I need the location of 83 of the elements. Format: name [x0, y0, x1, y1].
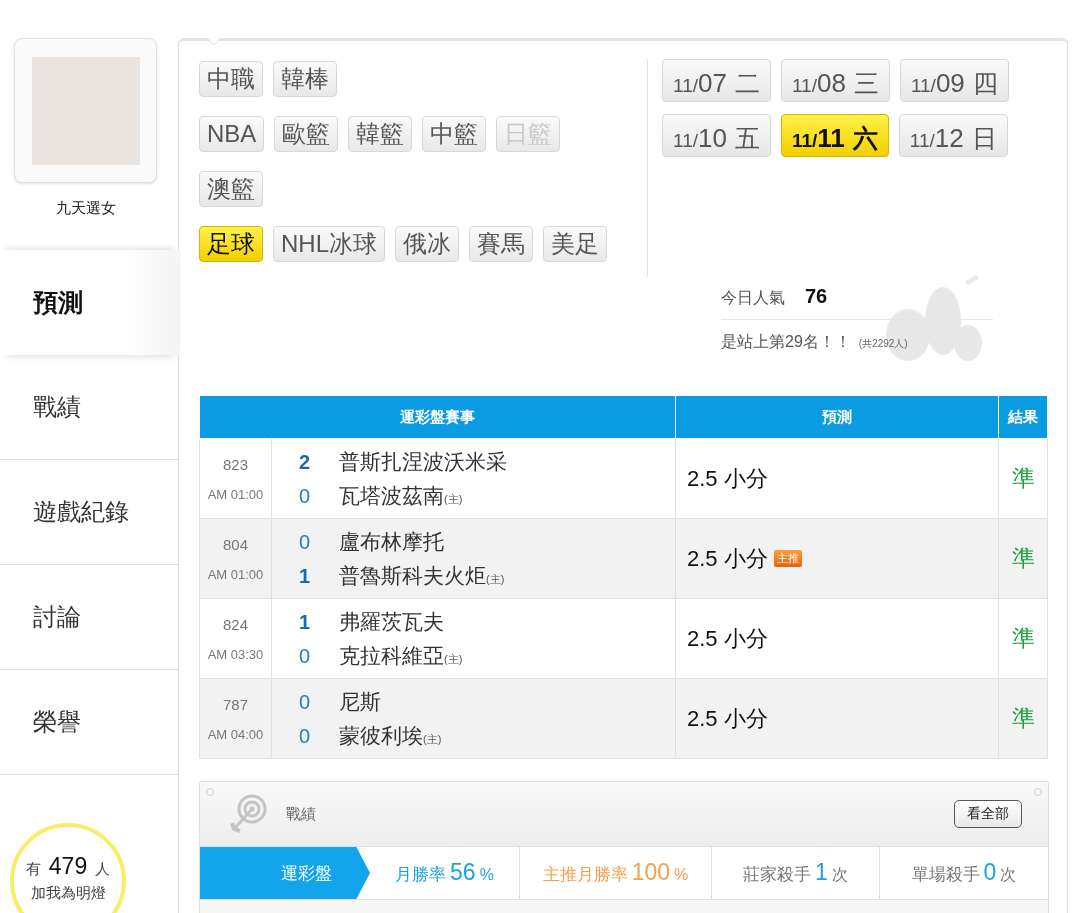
- stat-unit: 次: [1000, 865, 1017, 885]
- fans-prefix: 有: [25, 860, 41, 879]
- game-time: AM 01:00: [207, 566, 264, 582]
- stat-value: 100: [631, 859, 671, 886]
- home-tag: (主): [444, 491, 463, 507]
- column-header: 結果: [998, 395, 1048, 439]
- popularity-label: 今日人氣: [721, 288, 785, 308]
- fans-suffix: 人: [95, 860, 111, 879]
- stat-label: 單場殺手: [911, 864, 980, 886]
- team-score: 0: [299, 724, 312, 748]
- team-name: 弗羅茨瓦夫: [339, 608, 444, 635]
- team-name: 蒙彼利埃: [339, 722, 423, 749]
- rank-text: 是站上第29名！！: [721, 332, 851, 352]
- nav-item[interactable]: 預測: [0, 250, 180, 355]
- fans-caption: 加我為明燈: [30, 884, 106, 903]
- team-name: 克拉科維亞: [339, 642, 444, 669]
- category-button[interactable]: NBA: [199, 116, 265, 152]
- pick-badge: 主推: [773, 550, 802, 567]
- result-cell: 準: [998, 438, 1048, 519]
- category-button[interactable]: 韓籃: [348, 116, 413, 152]
- date-button[interactable]: 11/12 日: [898, 114, 1008, 157]
- home-tag: (主): [444, 651, 463, 667]
- stat-value: 1: [815, 859, 828, 886]
- home-tag: (主): [423, 731, 442, 747]
- team-score: 0: [299, 644, 312, 668]
- view-all-button[interactable]: 看全部: [954, 800, 1022, 828]
- game-time: AM 03:30: [207, 646, 264, 662]
- column-header: 運彩盤賽事: [199, 395, 676, 439]
- team-name: 尼斯: [339, 688, 381, 715]
- profile-name: 九天選女: [55, 199, 117, 218]
- team-name: 普斯扎涅波沃米采: [339, 448, 507, 475]
- game-number: 823: [223, 455, 248, 473]
- team-score: 0: [299, 690, 312, 714]
- record-title: 戰績: [286, 804, 317, 824]
- team-name: 瓦塔波茲南: [339, 482, 444, 509]
- total-text: (共2292人): [858, 337, 908, 351]
- stat-label: 月勝率: [395, 864, 447, 886]
- game-number: 824: [223, 615, 248, 633]
- category-button[interactable]: NHL冰球: [273, 226, 385, 262]
- team-score: 1: [299, 610, 312, 634]
- team-name: 普魯斯科夫火炬: [339, 562, 486, 589]
- stat-unit: 次: [831, 865, 848, 885]
- result-cell: 準: [998, 518, 1048, 599]
- game-number: 787: [223, 695, 248, 713]
- game-time: AM 01:00: [207, 486, 264, 502]
- stat-unit: %: [479, 866, 494, 884]
- category-button[interactable]: 中職: [199, 61, 263, 97]
- team-score: 2: [299, 450, 312, 474]
- team-name: 盧布林摩托: [339, 528, 444, 555]
- result-cell: 準: [998, 678, 1048, 759]
- home-tag: (主): [486, 571, 505, 587]
- date-button[interactable]: 11/11 六: [780, 114, 889, 157]
- stat-value: 56: [450, 859, 476, 886]
- date-button[interactable]: 11/10 五: [662, 114, 771, 157]
- category-button[interactable]: 俄冰: [395, 226, 459, 262]
- game-number: 804: [223, 535, 248, 553]
- category-button[interactable]: 賽馬: [469, 226, 533, 262]
- prediction-text: 2.5 小分: [687, 624, 768, 653]
- category-button[interactable]: 韓棒: [273, 61, 337, 97]
- date-button[interactable]: 11/09 四: [899, 59, 1009, 102]
- date-button[interactable]: 11/08 三: [780, 59, 890, 102]
- team-score: 0: [299, 484, 312, 508]
- team-score: 0: [299, 530, 312, 554]
- stat-value: 0: [983, 859, 997, 886]
- prediction-text: 2.5 小分: [687, 544, 768, 573]
- category-button[interactable]: 歐籃: [274, 116, 339, 152]
- target-icon: [228, 793, 268, 835]
- fans-count: 479: [48, 853, 88, 880]
- category-button[interactable]: 澳籃: [199, 171, 263, 207]
- stat-label: 主推月勝率: [542, 864, 628, 886]
- date-button[interactable]: 11/07 二: [662, 59, 771, 102]
- column-header: 預測: [675, 395, 999, 439]
- game-time: AM 04:00: [207, 726, 264, 742]
- prediction-text: 2.5 小分: [687, 704, 768, 733]
- category-button[interactable]: 美足: [543, 226, 607, 262]
- stat-unit: %: [674, 866, 689, 884]
- result-cell: 準: [998, 598, 1048, 679]
- team-score: 1: [299, 564, 312, 588]
- popularity-value: 76: [805, 285, 828, 308]
- prediction-text: 2.5 小分: [687, 464, 768, 493]
- stat-label: 莊家殺手: [743, 864, 812, 886]
- category-button[interactable]: 足球: [199, 226, 263, 262]
- category-button[interactable]: 中籃: [422, 116, 487, 152]
